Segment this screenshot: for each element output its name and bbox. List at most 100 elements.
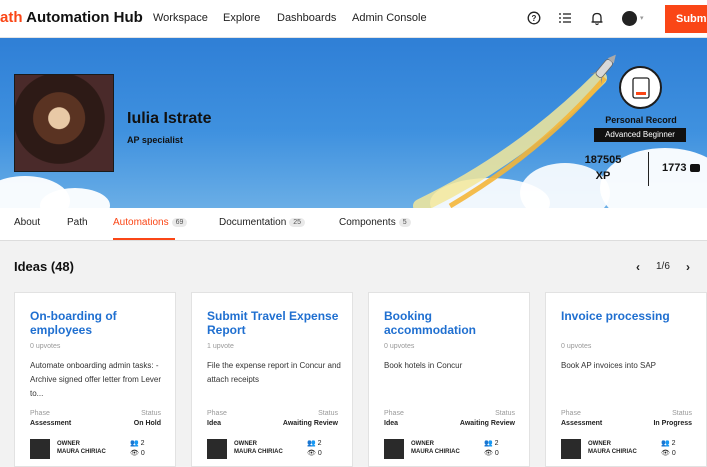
owner-avatar bbox=[30, 439, 50, 459]
owner-name[interactable]: MAURA CHIRIAC bbox=[588, 449, 637, 455]
idea-card[interactable]: Booking accommodation 0 upvotes Book hot… bbox=[368, 292, 530, 467]
help-circle-icon[interactable]: ? bbox=[524, 8, 544, 28]
phase-value: Idea bbox=[384, 420, 399, 427]
views-count: 0 bbox=[140, 450, 145, 457]
idea-title[interactable]: On-boarding of employees bbox=[30, 309, 170, 337]
status-value: On Hold bbox=[133, 420, 161, 427]
user-avatar-menu[interactable] bbox=[622, 11, 637, 26]
tab-components[interactable]: Components 5 bbox=[339, 217, 411, 228]
idea-description: Book AP invoices into SAP bbox=[561, 361, 657, 370]
owner-name[interactable]: MAURA CHIRIAC bbox=[411, 449, 460, 455]
profile-banner: Iulia Istrate AP specialist Personal Rec… bbox=[0, 38, 707, 208]
idea-title[interactable]: Submit Travel Expense Report bbox=[207, 309, 347, 337]
status-value: Awaiting Review bbox=[459, 420, 515, 427]
brand-prefix: ath bbox=[0, 9, 23, 26]
owner-name[interactable]: MAURA CHIRIAC bbox=[57, 449, 106, 455]
idea-card[interactable]: Submit Travel Expense Report 1 upvote Fi… bbox=[191, 292, 353, 467]
owner-label: OWNER bbox=[411, 441, 434, 447]
idea-upvotes: 0 upvotes bbox=[384, 343, 415, 350]
top-navigation-bar: ath Automation Hub Workspace Explore Das… bbox=[0, 0, 707, 38]
people-count: 2 bbox=[140, 440, 145, 447]
idea-card[interactable]: On-boarding of employees 0 upvotes Autom… bbox=[14, 292, 176, 467]
owner-label: OWNER bbox=[588, 441, 611, 447]
phase-label: Phase bbox=[207, 410, 227, 417]
ideas-heading: Ideas (48) bbox=[14, 259, 74, 274]
level-badge: Advanced Beginner bbox=[594, 128, 686, 142]
eye-icon: 👁 bbox=[484, 450, 493, 457]
idea-upvotes: 1 upvote bbox=[207, 343, 234, 350]
idea-description: Automate onboarding admin tasks: - Archi… bbox=[30, 361, 162, 398]
app-logo[interactable]: ath Automation Hub bbox=[0, 9, 143, 26]
bell-icon[interactable] bbox=[587, 8, 607, 28]
status-label: Status bbox=[318, 410, 338, 417]
idea-description: File the expense report in Concur and at… bbox=[207, 361, 341, 384]
nav-dashboards[interactable]: Dashboards bbox=[277, 12, 336, 24]
people-metric: 👥 2 bbox=[484, 439, 499, 447]
status-label: Status bbox=[141, 410, 161, 417]
idea-card[interactable]: Invoice processing 0 upvotes Book AP inv… bbox=[545, 292, 707, 467]
stat-count: 1773 bbox=[662, 162, 700, 174]
owner-avatar bbox=[384, 439, 404, 459]
chevron-down-icon[interactable]: ▾ bbox=[640, 14, 644, 22]
eye-icon: 👁 bbox=[661, 450, 670, 457]
people-metric: 👥 2 bbox=[130, 439, 145, 447]
views-count: 0 bbox=[494, 450, 499, 457]
people-count: 2 bbox=[494, 440, 499, 447]
phase-value: Assessment bbox=[561, 420, 603, 427]
idea-title[interactable]: Invoice processing bbox=[561, 309, 701, 323]
personal-record-label: Personal Record bbox=[605, 115, 677, 125]
xp-value: 187505 bbox=[584, 154, 622, 166]
views-metric: 👁 0 bbox=[484, 449, 499, 457]
owner-name[interactable]: MAURA CHIRIAC bbox=[234, 449, 283, 455]
people-icon: 👥 bbox=[661, 440, 670, 447]
tab-count: 69 bbox=[171, 218, 188, 227]
views-metric: 👁 0 bbox=[130, 449, 145, 457]
people-count: 2 bbox=[317, 440, 322, 447]
people-count: 2 bbox=[671, 440, 676, 447]
tab-automations[interactable]: Automations 69 bbox=[113, 217, 188, 228]
idea-title[interactable]: Booking accommodation bbox=[384, 309, 524, 337]
nav-workspace[interactable]: Workspace bbox=[153, 12, 208, 24]
views-metric: 👁 0 bbox=[661, 449, 676, 457]
chevron-right-icon[interactable]: › bbox=[686, 260, 690, 274]
chevron-left-icon[interactable]: ‹ bbox=[636, 260, 640, 274]
phase-value: Idea bbox=[207, 420, 222, 427]
views-count: 0 bbox=[671, 450, 676, 457]
people-metric: 👥 2 bbox=[661, 439, 676, 447]
views-metric: 👁 0 bbox=[307, 449, 322, 457]
active-tab-indicator bbox=[113, 238, 175, 240]
phase-label: Phase bbox=[561, 410, 581, 417]
tab-documentation[interactable]: Documentation 25 bbox=[219, 217, 306, 228]
tab-label: Automations bbox=[113, 217, 169, 228]
nav-explore[interactable]: Explore bbox=[223, 12, 260, 24]
submit-button[interactable]: Submi bbox=[665, 5, 707, 33]
phase-label: Phase bbox=[384, 410, 404, 417]
stat-count-value: 1773 bbox=[662, 162, 687, 174]
people-icon: 👥 bbox=[484, 440, 493, 447]
people-metric: 👥 2 bbox=[307, 439, 322, 447]
nav-admin-console[interactable]: Admin Console bbox=[352, 12, 427, 24]
task-list-icon[interactable] bbox=[555, 8, 575, 28]
status-label: Status bbox=[495, 410, 515, 417]
profile-name: Iulia Istrate bbox=[127, 110, 212, 127]
phase-label: Phase bbox=[30, 410, 50, 417]
svg-text:?: ? bbox=[532, 14, 537, 23]
status-label: Status bbox=[672, 410, 692, 417]
brand-name: Automation Hub bbox=[26, 9, 143, 26]
idea-upvotes: 0 upvotes bbox=[561, 343, 592, 350]
video-icon bbox=[689, 164, 700, 172]
tab-label: Path bbox=[67, 217, 88, 228]
idea-description: Book hotels in Concur bbox=[384, 361, 463, 370]
tab-label: Components bbox=[339, 217, 396, 228]
xp-label: XP bbox=[595, 170, 611, 182]
owner-label: OWNER bbox=[234, 441, 257, 447]
tab-path[interactable]: Path bbox=[67, 217, 88, 228]
eye-icon: 👁 bbox=[307, 450, 316, 457]
tab-label: About bbox=[14, 217, 41, 228]
owner-avatar bbox=[207, 439, 227, 459]
tab-about[interactable]: About bbox=[14, 217, 40, 228]
tab-count: 25 bbox=[289, 218, 306, 227]
people-icon: 👥 bbox=[307, 440, 316, 447]
stats-divider bbox=[648, 152, 649, 186]
personal-record-badge bbox=[619, 66, 662, 109]
